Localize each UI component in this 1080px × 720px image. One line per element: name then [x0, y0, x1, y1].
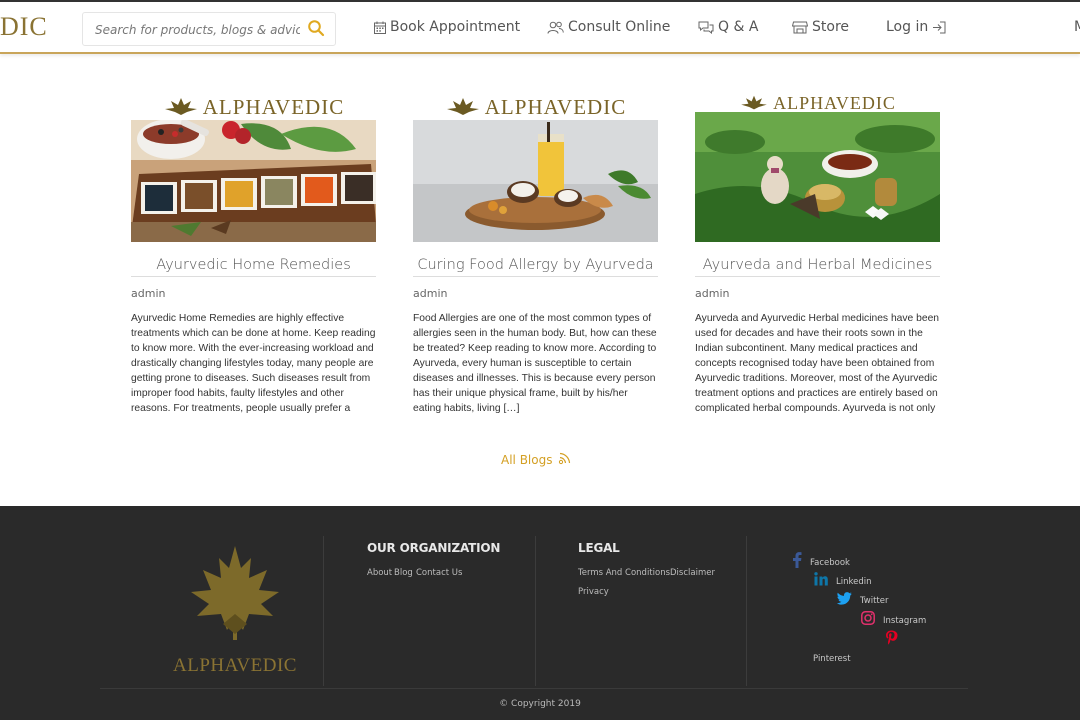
nav-label: Consult Online: [568, 19, 671, 35]
store-icon: [792, 21, 808, 34]
social-facebook[interactable]: Facebook: [792, 552, 850, 573]
footer-link-blog[interactable]: Blog: [394, 568, 413, 578]
blog-card[interactable]: ALPHAVEDIC Ayurvedic Home Remedies admin…: [131, 94, 376, 415]
facebook-icon: [792, 552, 802, 573]
footer-divider: [100, 688, 968, 689]
footer-link-disclaimer[interactable]: Disclaimer: [670, 568, 715, 578]
site-logo[interactable]: DIC: [0, 12, 48, 42]
copyright: © Copyright 2019: [499, 699, 581, 709]
blog-author[interactable]: admin: [695, 287, 940, 300]
blog-author[interactable]: admin: [131, 287, 376, 300]
blog-title[interactable]: Ayurvedic Home Remedies: [131, 257, 376, 277]
leaf-icon: [191, 546, 279, 640]
footer-divider: [323, 536, 324, 686]
legal-heading: LEGAL: [578, 541, 620, 555]
social-instagram[interactable]: Instagram: [861, 611, 926, 630]
blog-card[interactable]: ALPHAVEDIC Curing Food Allergy by Ayurve…: [413, 94, 658, 415]
blog-title[interactable]: Curing Food Allergy by Ayurveda: [413, 257, 658, 277]
brand-logo: ALPHAVEDIC: [695, 94, 940, 113]
blog-title[interactable]: Ayurveda and Herbal Medicines: [695, 257, 940, 277]
social-twitter[interactable]: Twitter: [836, 592, 889, 610]
footer-brand: ALPHAVEDIC: [173, 655, 297, 676]
footer-link-privacy[interactable]: Privacy: [578, 587, 609, 597]
blog-image-smoothie[interactable]: ALPHAVEDIC: [413, 94, 658, 242]
blog-image-spices[interactable]: ALPHAVEDIC: [131, 94, 376, 242]
users-icon: [547, 21, 564, 34]
nav-label: Book Appointment: [390, 19, 521, 35]
blog-excerpt: Ayurveda and Ayurvedic Herbal medicines …: [695, 313, 940, 414]
nav-log-in[interactable]: Log in: [886, 19, 946, 35]
social-pinterest-icon-link[interactable]: [885, 630, 898, 650]
footer-divider: [746, 536, 747, 686]
org-heading: OUR ORGANIZATION: [367, 541, 501, 555]
nav-label: Q & A: [718, 19, 759, 35]
linkedin-icon: [814, 572, 828, 591]
chat-icon: [698, 21, 714, 34]
nav-store[interactable]: Store: [792, 19, 849, 35]
site-footer: ALPHAVEDIC OUR ORGANIZATION About Blog C…: [0, 506, 1080, 720]
footer-link-contact[interactable]: Contact Us: [416, 568, 462, 578]
blog-image-herbal[interactable]: ALPHAVEDIC: [695, 94, 940, 242]
pinterest-icon: [885, 630, 898, 650]
nav-book-appointment[interactable]: Book Appointment: [374, 19, 520, 35]
nav-label: Store: [812, 19, 850, 35]
brand-logo: ALPHAVEDIC: [413, 94, 658, 120]
search-box: [82, 12, 336, 46]
login-icon: [932, 21, 946, 34]
twitter-icon: [836, 592, 852, 610]
footer-link-terms[interactable]: Terms And Conditions: [578, 568, 670, 578]
search-input[interactable]: [95, 21, 300, 39]
search-icon[interactable]: [307, 19, 327, 39]
social-pinterest[interactable]: Pinterest: [813, 654, 851, 664]
all-blogs-link[interactable]: All Blogs: [501, 452, 571, 468]
rss-icon: [558, 452, 571, 468]
blog-excerpt: Food Allergies are one of the most commo…: [413, 313, 657, 414]
blog-excerpt: Ayurvedic Home Remedies are highly effec…: [131, 313, 376, 414]
nav-overflow[interactable]: M: [1074, 19, 1080, 35]
nav-q-and-a[interactable]: Q & A: [698, 19, 758, 35]
footer-logo[interactable]: ALPHAVEDIC: [170, 544, 300, 677]
all-blogs-label: All Blogs: [501, 453, 553, 467]
social-linkedin[interactable]: Linkedin: [814, 572, 871, 591]
blog-author[interactable]: admin: [413, 287, 658, 300]
footer-link-about[interactable]: About: [367, 568, 392, 578]
instagram-icon: [861, 611, 875, 630]
blog-card[interactable]: ALPHAVEDIC Ayurveda and Herbal Medicines…: [695, 94, 940, 415]
nav-label: Log in: [886, 19, 929, 35]
nav-consult-online[interactable]: Consult Online: [547, 19, 670, 35]
calendar-icon: [374, 21, 386, 34]
site-header: DIC Book Appointment Consult Online Q & …: [0, 0, 1080, 54]
brand-logo: ALPHAVEDIC: [131, 94, 376, 120]
footer-divider: [535, 536, 536, 686]
